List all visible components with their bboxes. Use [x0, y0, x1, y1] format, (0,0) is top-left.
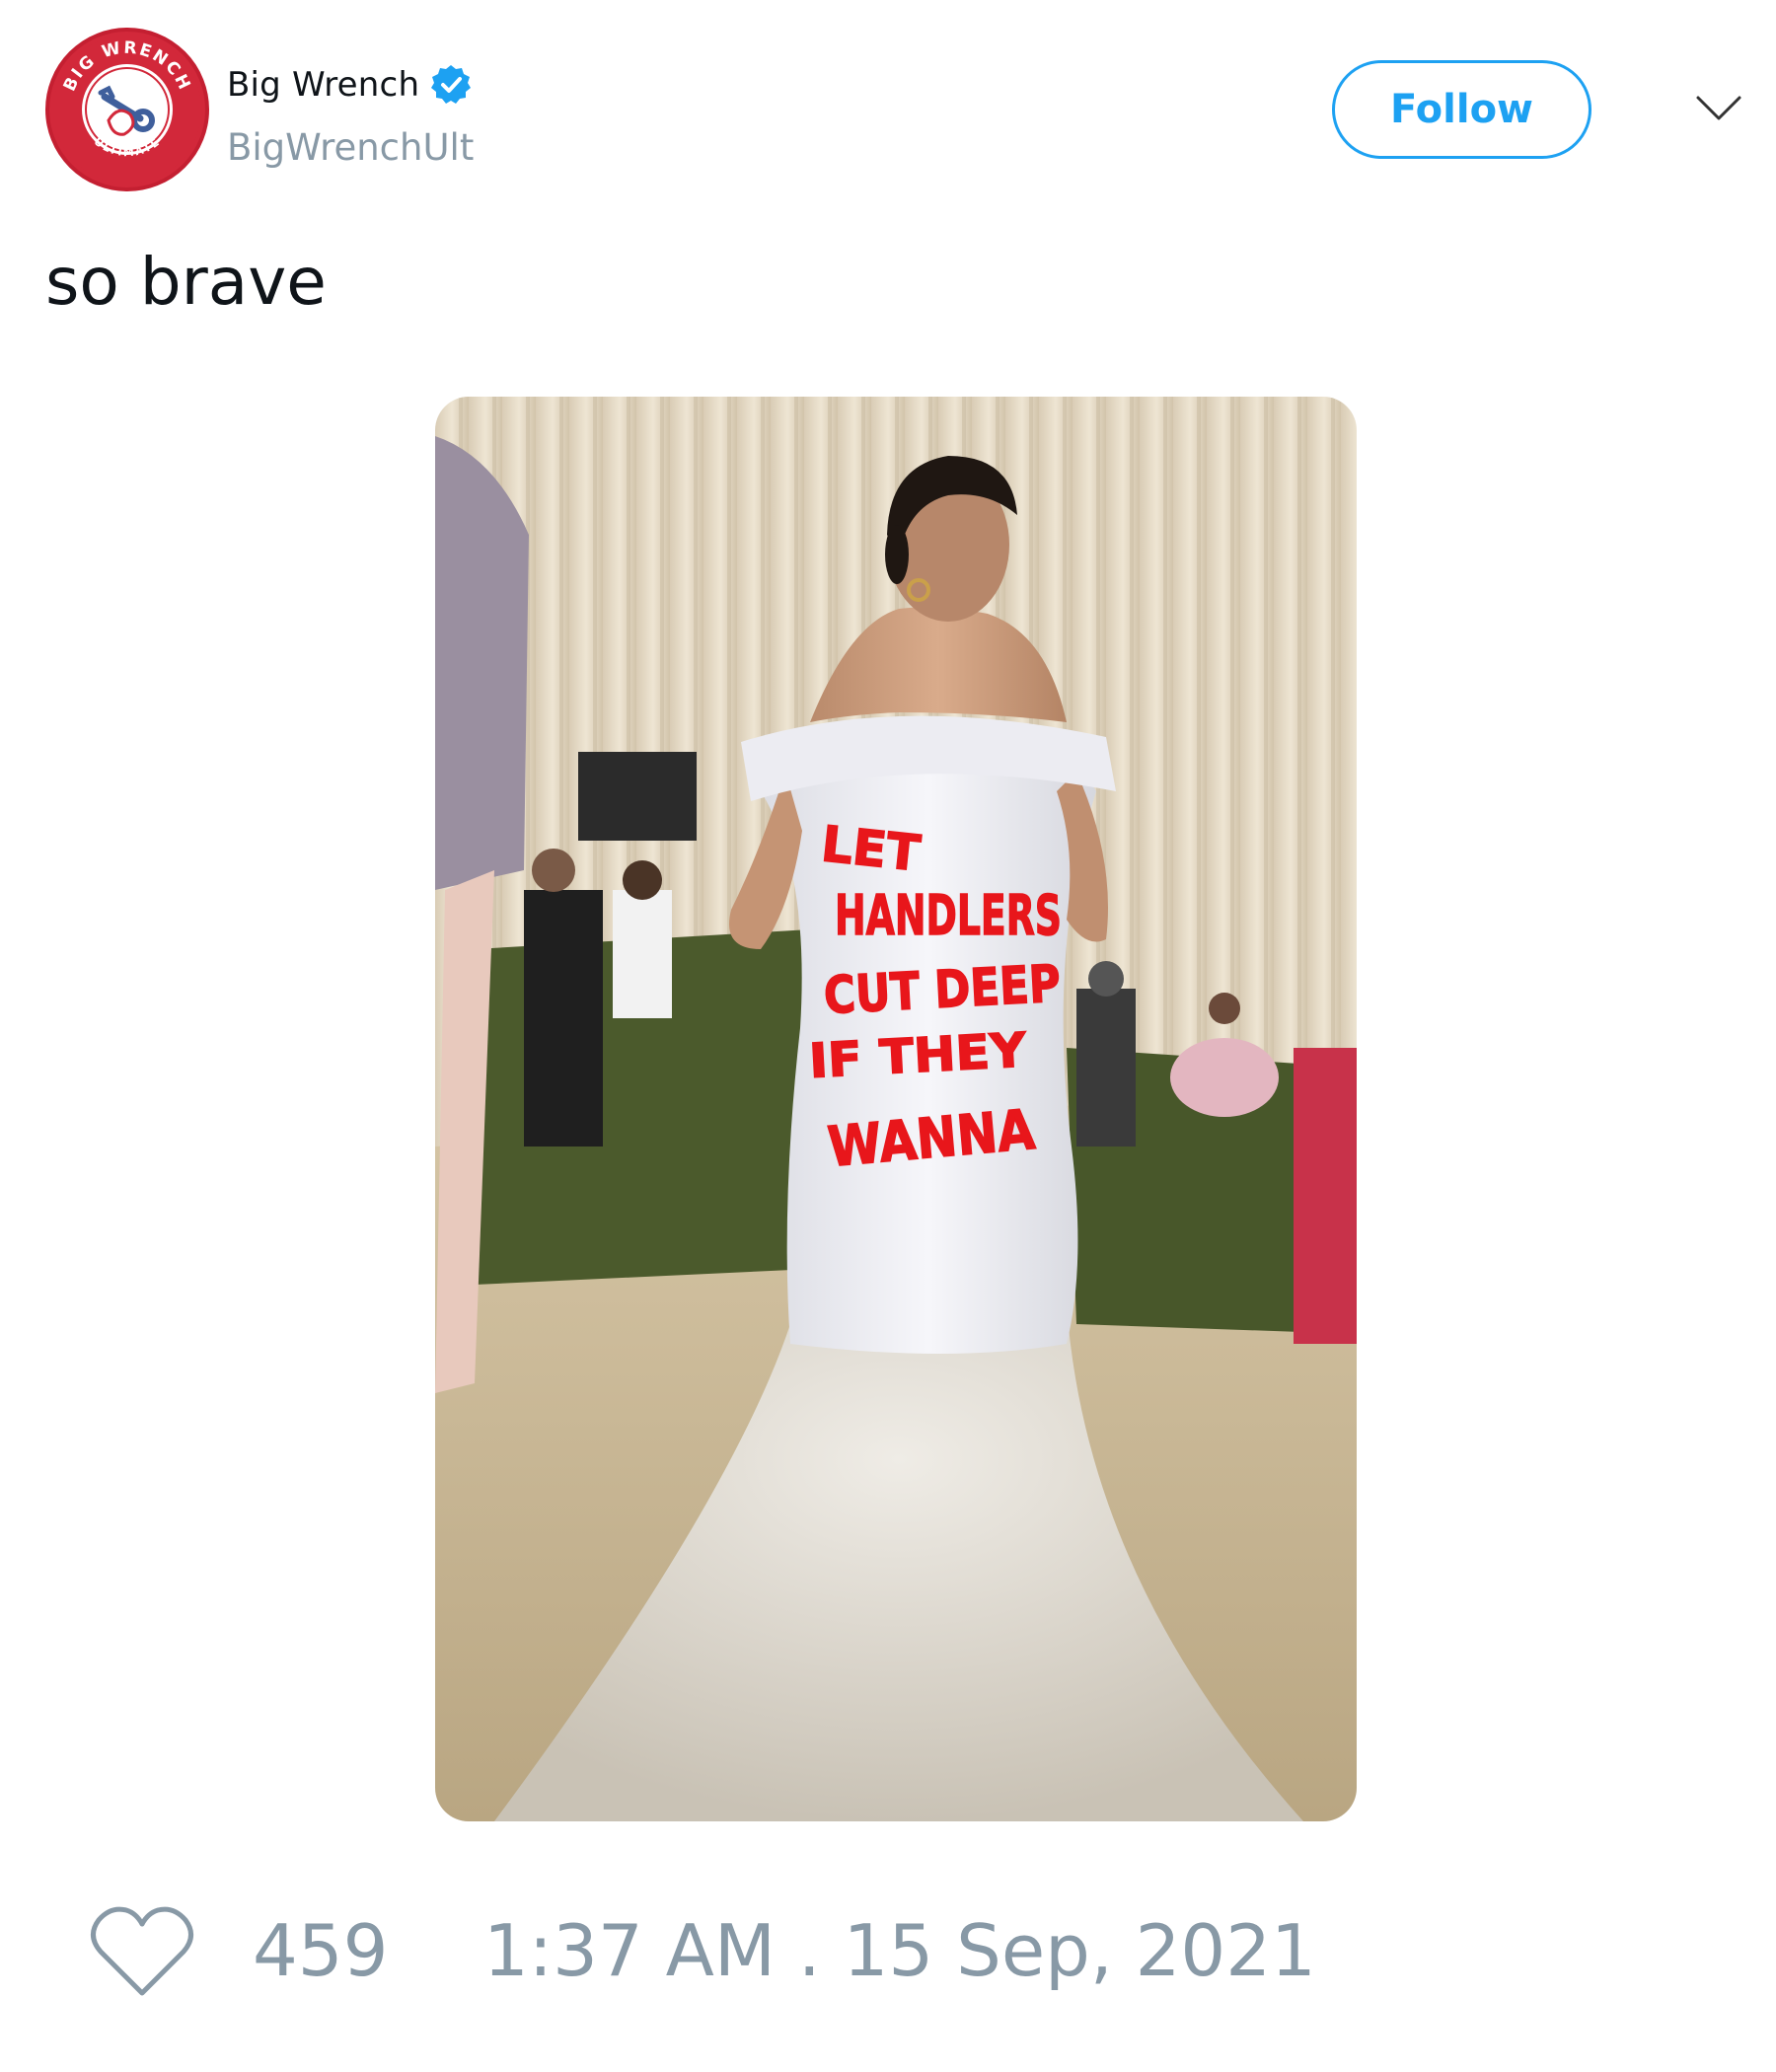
tweet-timestamp[interactable]: 1:37 AM . 15 Sep, 2021 — [483, 1908, 1316, 1993]
tweet-media-photo[interactable]: LET HANDLERS CUT DEEP IF THEY WANNA — [435, 397, 1357, 1821]
avatar[interactable]: BIG WRENCH ULTIMATE — [45, 28, 209, 191]
chevron-down-icon[interactable] — [1695, 94, 1742, 123]
annotation-line-4: IF THEY — [808, 1022, 1029, 1089]
heart-icon[interactable] — [89, 1902, 195, 2001]
tweet-card: BIG WRENCH ULTIMATE Big Wrench BigWrench… — [0, 0, 1776, 2072]
like-count: 459 — [253, 1909, 389, 1992]
author-handle[interactable]: BigWrenchUlt — [227, 126, 474, 169]
annotation-line-1: LET — [819, 815, 924, 882]
follow-button[interactable]: Follow — [1332, 60, 1591, 159]
verified-badge-icon — [431, 65, 472, 104]
annotation-line-2: HANDLERS — [835, 884, 1062, 948]
author-name-row[interactable]: Big Wrench — [227, 61, 473, 109]
tweet-text: so brave — [45, 244, 327, 320]
annotation-line-3: CUT DEEP — [823, 955, 1063, 1026]
display-name[interactable]: Big Wrench — [227, 65, 419, 105]
